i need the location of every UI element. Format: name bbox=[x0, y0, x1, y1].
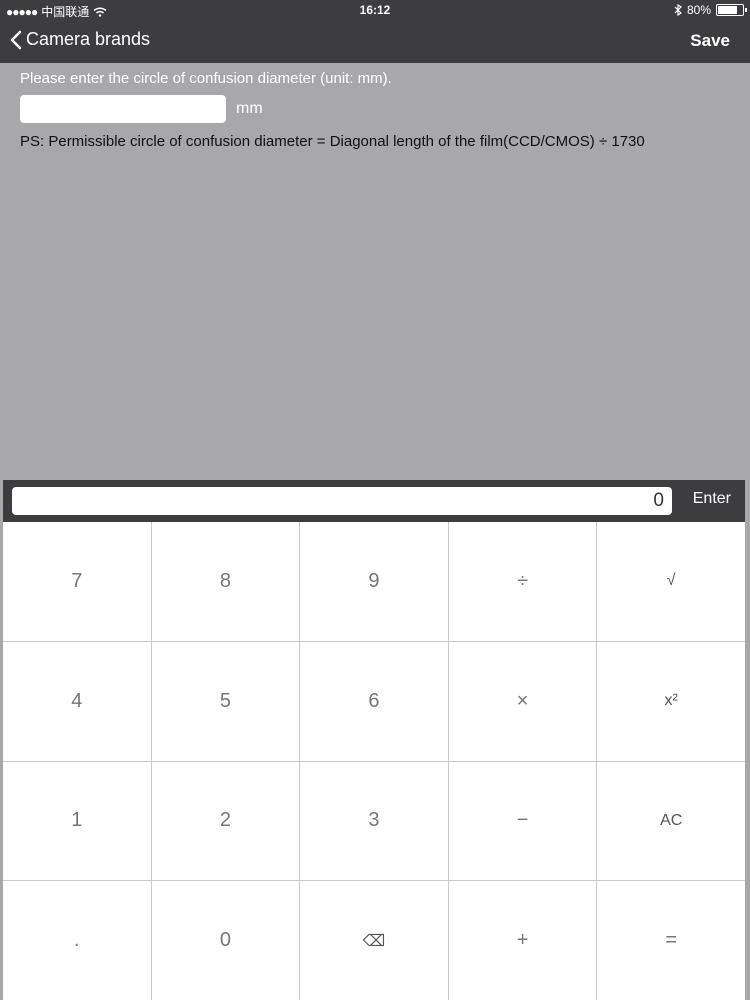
key-decimal[interactable]: . bbox=[3, 881, 151, 1000]
battery-fill bbox=[718, 6, 737, 14]
key-0[interactable]: 0 bbox=[151, 881, 300, 1000]
key-plus[interactable]: + bbox=[448, 881, 597, 1000]
key-2[interactable]: 2 bbox=[151, 761, 300, 881]
calculator-bar: 0 Enter bbox=[3, 480, 745, 522]
coc-input-row: mm bbox=[20, 95, 730, 123]
coc-prompt: Please enter the circle of confusion dia… bbox=[20, 70, 392, 87]
key-6[interactable]: 6 bbox=[300, 641, 448, 761]
key-all-clear[interactable]: AC bbox=[597, 761, 745, 881]
coc-formula-note: PS: Permissible circle of confusion diam… bbox=[20, 133, 645, 150]
battery-percent: 80% bbox=[686, 3, 711, 17]
navigation-bar: Camera brands Save bbox=[0, 20, 750, 63]
unit-label: mm bbox=[236, 100, 263, 117]
key-5[interactable]: 5 bbox=[151, 641, 300, 761]
key-multiply[interactable]: × bbox=[448, 641, 597, 761]
key-8[interactable]: 8 bbox=[151, 522, 300, 641]
key-9[interactable]: 9 bbox=[300, 522, 448, 641]
key-4[interactable]: 4 bbox=[3, 641, 151, 761]
coc-diameter-input[interactable] bbox=[20, 95, 226, 123]
calculator-keypad: 7 8 9 ÷ √ 4 5 6 × x² 1 2 3 − AC . 0 ⌫ + … bbox=[3, 522, 745, 1000]
key-3[interactable]: 3 bbox=[300, 761, 448, 881]
key-7[interactable]: 7 bbox=[3, 522, 151, 641]
back-button[interactable]: Camera brands bbox=[10, 29, 150, 50]
status-bar: ●●●●● 中国联通 16:12 80% bbox=[0, 0, 750, 20]
key-equals[interactable]: = bbox=[597, 881, 745, 1000]
save-button[interactable]: Save bbox=[690, 31, 730, 51]
chevron-left-icon bbox=[10, 30, 22, 49]
backspace-icon[interactable]: ⌫ bbox=[300, 881, 448, 1000]
enter-button[interactable]: Enter bbox=[693, 490, 731, 508]
bluetooth-icon bbox=[674, 4, 682, 16]
back-label: Camera brands bbox=[26, 29, 151, 49]
key-divide[interactable]: ÷ bbox=[448, 522, 597, 641]
clock: 16:12 bbox=[359, 3, 391, 17]
key-square[interactable]: x² bbox=[597, 641, 745, 761]
calculator-display: 0 bbox=[12, 487, 672, 515]
key-sqrt[interactable]: √ bbox=[597, 522, 745, 641]
key-minus[interactable]: − bbox=[448, 761, 597, 881]
coc-form: Please enter the circle of confusion dia… bbox=[20, 70, 730, 150]
key-1[interactable]: 1 bbox=[3, 761, 151, 881]
battery-icon bbox=[716, 4, 747, 16]
